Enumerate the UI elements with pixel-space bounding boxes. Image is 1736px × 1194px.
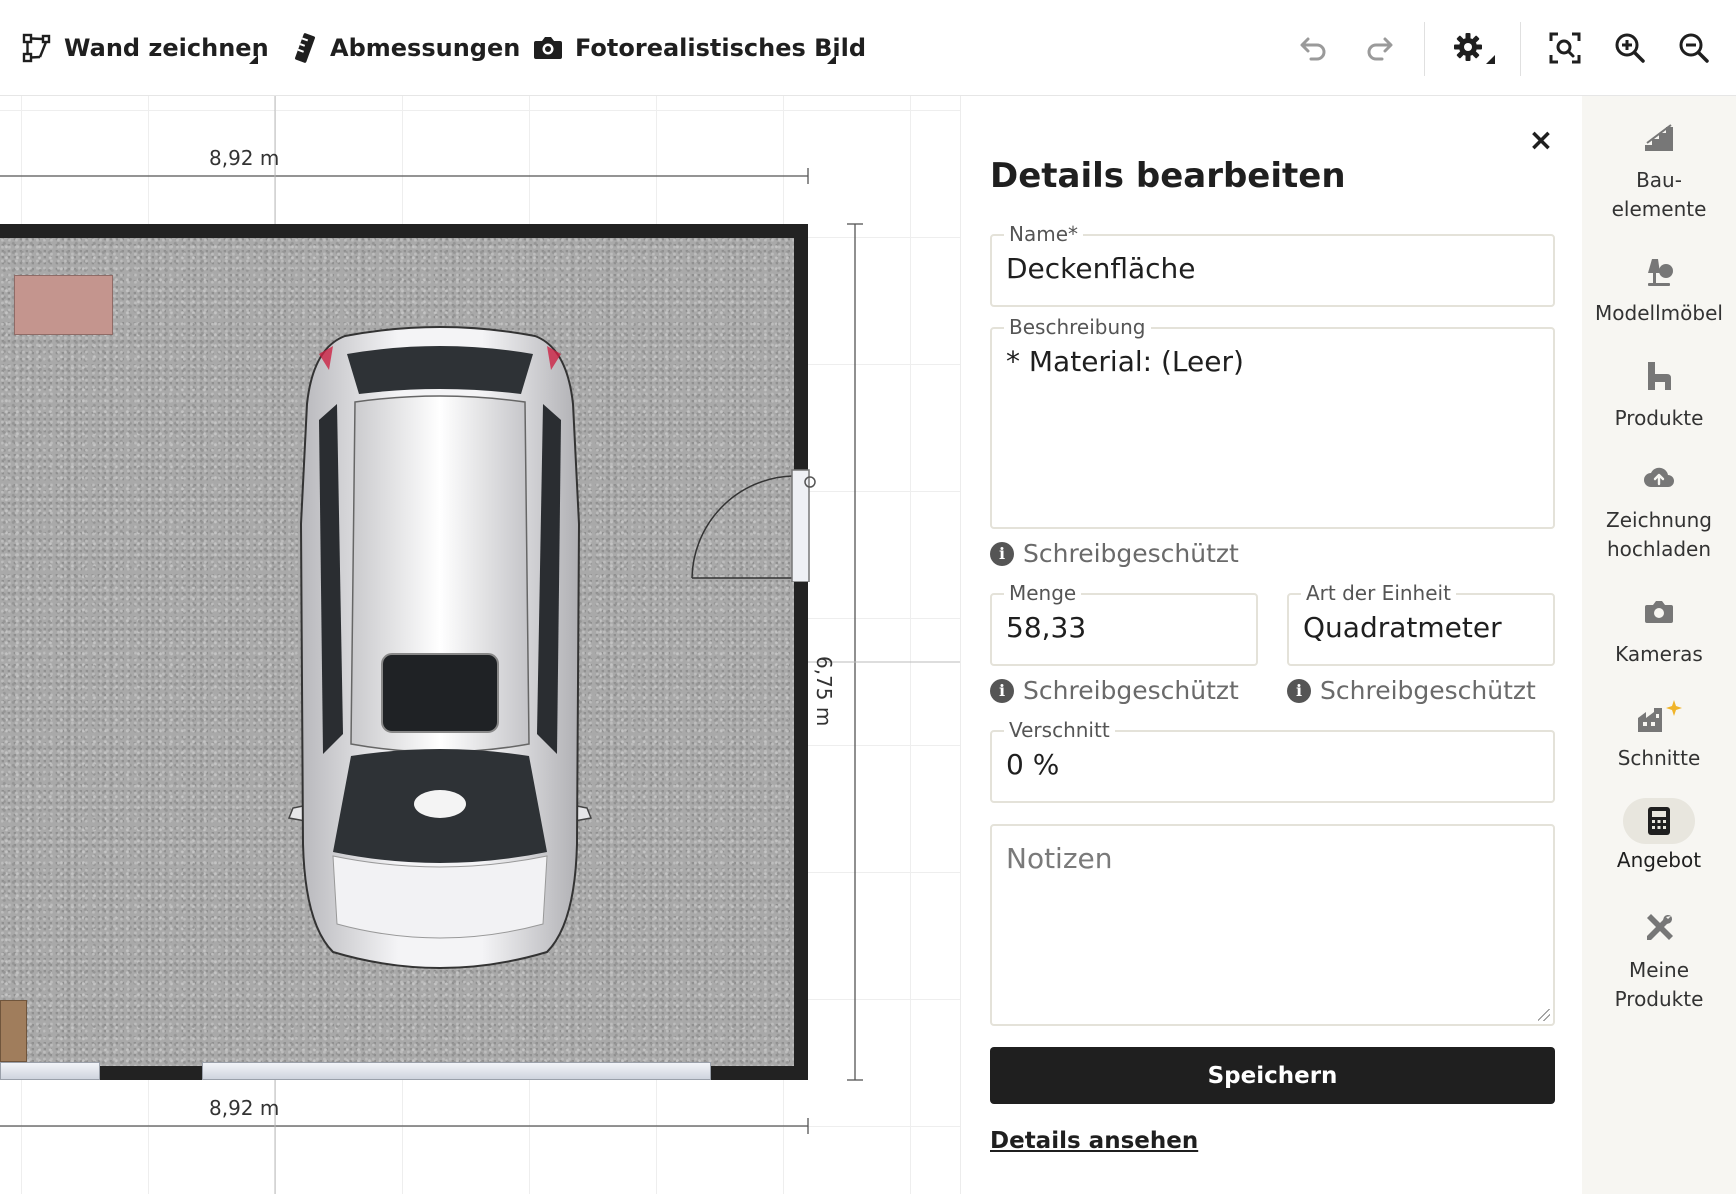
name-label: Name*	[1004, 222, 1084, 246]
stairs-icon	[1645, 124, 1673, 151]
zoom-in-icon	[1615, 33, 1645, 63]
toolbar: Wand zeichnen Abmessungen Fotorealistisc…	[0, 0, 1736, 96]
notes-textarea[interactable]: Notizen	[990, 824, 1555, 1026]
description-field[interactable]: Beschreibung * Material: (Leer)	[990, 315, 1555, 529]
zoom-in-button[interactable]	[1612, 30, 1648, 66]
description-label: Beschreibung	[1004, 315, 1151, 339]
info-icon: i	[990, 541, 1014, 566]
sidebar-item-building-elements[interactable]: Bau- elemente	[1582, 118, 1736, 224]
sidebar-item-label: Produkte	[1614, 406, 1704, 430]
sidebar-item-quote[interactable]: Angebot	[1582, 798, 1736, 875]
save-button[interactable]: Speichern	[990, 1047, 1555, 1104]
description-value: * Material: (Leer)	[1006, 345, 1244, 378]
dimension-top-label: 8,92 m	[209, 146, 280, 170]
quantity-field[interactable]: Menge 58,33	[990, 581, 1258, 666]
settings-button[interactable]	[1451, 30, 1487, 66]
toolbar-divider	[1520, 22, 1521, 76]
panel-title: Details bearbeiten	[990, 156, 1346, 196]
camera-icon	[534, 37, 562, 59]
settings-caret-icon[interactable]	[1486, 55, 1495, 64]
name-value: Deckenfläche	[1006, 252, 1196, 285]
readonly-text: Schreibgeschützt	[1023, 539, 1239, 568]
gear-icon	[1454, 33, 1482, 61]
photo-image-button[interactable]: Fotorealistisches Bild	[533, 26, 866, 70]
name-field[interactable]: Name* Deckenfläche	[990, 222, 1555, 307]
zoom-out-icon	[1679, 33, 1709, 63]
waste-field[interactable]: Verschnitt 0 %	[990, 718, 1555, 803]
sidebar-item-label: Kameras	[1615, 642, 1703, 666]
zoom-out-button[interactable]	[1676, 30, 1712, 66]
floor-plan-canvas[interactable]: 8,92 m 8,92 m 6,75 m	[0, 96, 960, 1194]
view-details-link[interactable]: Details ansehen	[990, 1128, 1198, 1154]
photo-image-caret-icon[interactable]	[827, 55, 836, 64]
info-icon: i	[990, 678, 1014, 703]
garage-door-bottom[interactable]	[202, 1062, 711, 1080]
cabinet-object[interactable]	[14, 275, 113, 335]
readonly-text: Schreibgeschützt	[1320, 676, 1536, 705]
car-object[interactable]	[285, 324, 595, 974]
sidebar-item-label: Meine Produkte	[1614, 958, 1704, 1011]
buildings-sparkle-icon	[1638, 700, 1682, 732]
waste-value: 0 %	[1006, 748, 1060, 781]
dimensions-button[interactable]: Abmessungen	[292, 26, 520, 70]
quantity-readonly-note: i Schreibgeschützt	[990, 676, 1239, 705]
dimensions-label: Abmessungen	[330, 34, 521, 62]
draw-wall-caret-icon[interactable]	[249, 55, 258, 64]
sidebar-item-cameras[interactable]: Kameras	[1582, 592, 1736, 669]
dimension-right-label: 6,75 m	[812, 656, 836, 727]
chair-icon	[1648, 362, 1671, 390]
draw-wall-label: Wand zeichnen	[64, 34, 269, 62]
zoom-fit-button[interactable]	[1547, 30, 1583, 66]
details-panel: × Details bearbeiten Name* Deckenfläche …	[960, 96, 1582, 1194]
dimension-bottom-label: 8,92 m	[209, 1096, 280, 1120]
draw-wall-button[interactable]: Wand zeichnen	[22, 26, 269, 70]
sidebar-item-label: Bau- elemente	[1611, 168, 1707, 221]
redo-button[interactable]	[1361, 30, 1397, 66]
zoom-fit-icon	[1549, 32, 1581, 64]
ruler-icon	[294, 33, 316, 63]
sidebar-item-upload-drawing[interactable]: Zeichnung hochladen	[1582, 458, 1736, 564]
quantity-value: 58,33	[1006, 611, 1087, 644]
photo-image-label: Fotorealistisches Bild	[575, 34, 867, 62]
sidebar-item-products[interactable]: Produkte	[1582, 356, 1736, 433]
window-bottom-left[interactable]	[0, 1062, 100, 1080]
undo-icon	[1300, 37, 1326, 61]
info-icon: i	[1287, 678, 1311, 703]
cloud-upload-icon	[1644, 467, 1674, 487]
unit-type-label: Art der Einheit	[1301, 581, 1456, 605]
lamp-icon	[1648, 259, 1673, 286]
shelf-object[interactable]	[0, 1000, 27, 1062]
sidebar-item-label: Zeichnung hochladen	[1606, 508, 1712, 561]
camera-icon	[1645, 601, 1673, 623]
quantity-label: Menge	[1004, 581, 1082, 605]
toolbar-divider	[1424, 22, 1425, 76]
resize-handle-icon[interactable]	[1538, 1009, 1550, 1021]
tools-icon	[1647, 914, 1673, 940]
sidebar-item-label: Angebot	[1616, 848, 1702, 872]
description-readonly-note: i Schreibgeschützt	[990, 539, 1239, 568]
sidebar-item-label: Schnitte	[1617, 746, 1701, 770]
sidebar-item-sections[interactable]: Schnitte	[1582, 696, 1736, 773]
door-object[interactable]	[680, 462, 820, 582]
sidebar-item-label: Modellmöbel	[1595, 301, 1723, 325]
undo-button[interactable]	[1296, 30, 1332, 66]
unit-type-field[interactable]: Art der Einheit Quadratmeter	[1287, 581, 1555, 666]
active-indicator	[1623, 798, 1695, 844]
right-sidebar: Bau- elemente Modellmöbel Produkte Zeich…	[1582, 96, 1736, 1194]
waste-label: Verschnitt	[1004, 718, 1115, 742]
draw-wall-icon	[22, 33, 51, 63]
calculator-icon	[1648, 807, 1670, 835]
unit-type-readonly-note: i Schreibgeschützt	[1287, 676, 1536, 705]
readonly-text: Schreibgeschützt	[1023, 676, 1239, 705]
redo-icon	[1367, 37, 1393, 61]
sidebar-item-my-products[interactable]: Meine Produkte	[1582, 908, 1736, 1014]
close-button[interactable]: ×	[1526, 126, 1556, 156]
sidebar-item-model-furniture[interactable]: Modellmöbel	[1582, 251, 1736, 328]
unit-type-value: Quadratmeter	[1303, 611, 1502, 644]
notes-placeholder: Notizen	[1006, 842, 1113, 875]
